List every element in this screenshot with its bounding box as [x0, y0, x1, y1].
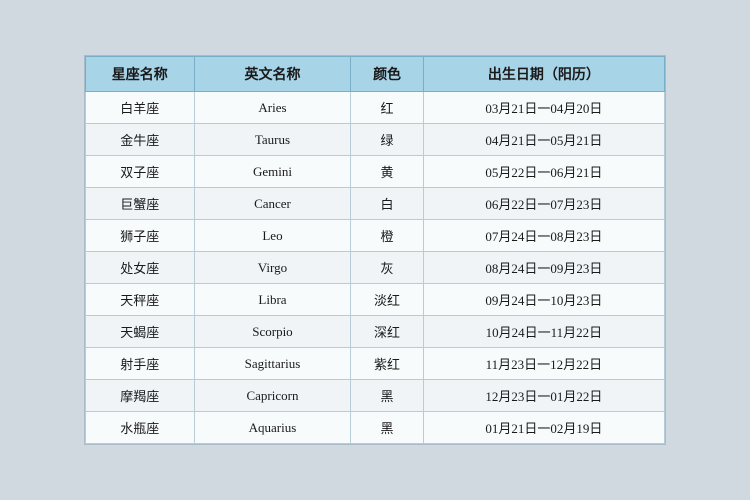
zodiac-table-container: 星座名称 英文名称 颜色 出生日期（阳历） 白羊座Aries红03月21日一04…: [84, 55, 666, 445]
cell-date: 08月24日一09月23日: [423, 252, 664, 284]
cell-zh: 双子座: [86, 156, 195, 188]
cell-date: 06月22日一07月23日: [423, 188, 664, 220]
cell-zh: 射手座: [86, 348, 195, 380]
cell-en: Gemini: [194, 156, 351, 188]
cell-date: 09月24日一10月23日: [423, 284, 664, 316]
zodiac-table: 星座名称 英文名称 颜色 出生日期（阳历） 白羊座Aries红03月21日一04…: [85, 56, 665, 444]
table-row: 射手座Sagittarius紫红11月23日一12月22日: [86, 348, 665, 380]
cell-zh: 天秤座: [86, 284, 195, 316]
cell-en: Virgo: [194, 252, 351, 284]
cell-color: 黄: [351, 156, 423, 188]
header-en: 英文名称: [194, 57, 351, 92]
cell-color: 橙: [351, 220, 423, 252]
table-row: 双子座Gemini黄05月22日一06月21日: [86, 156, 665, 188]
cell-date: 05月22日一06月21日: [423, 156, 664, 188]
table-header-row: 星座名称 英文名称 颜色 出生日期（阳历）: [86, 57, 665, 92]
cell-color: 白: [351, 188, 423, 220]
table-row: 摩羯座Capricorn黑12月23日一01月22日: [86, 380, 665, 412]
table-row: 水瓶座Aquarius黑01月21日一02月19日: [86, 412, 665, 444]
table-row: 白羊座Aries红03月21日一04月20日: [86, 92, 665, 124]
cell-en: Taurus: [194, 124, 351, 156]
cell-zh: 处女座: [86, 252, 195, 284]
table-row: 处女座Virgo灰08月24日一09月23日: [86, 252, 665, 284]
table-row: 天秤座Libra淡红09月24日一10月23日: [86, 284, 665, 316]
cell-color: 灰: [351, 252, 423, 284]
cell-en: Sagittarius: [194, 348, 351, 380]
header-zh: 星座名称: [86, 57, 195, 92]
cell-color: 紫红: [351, 348, 423, 380]
table-row: 天蝎座Scorpio深红10月24日一11月22日: [86, 316, 665, 348]
cell-zh: 白羊座: [86, 92, 195, 124]
cell-zh: 巨蟹座: [86, 188, 195, 220]
header-date: 出生日期（阳历）: [423, 57, 664, 92]
table-row: 狮子座Leo橙07月24日一08月23日: [86, 220, 665, 252]
cell-en: Leo: [194, 220, 351, 252]
table-body: 白羊座Aries红03月21日一04月20日金牛座Taurus绿04月21日一0…: [86, 92, 665, 444]
header-color: 颜色: [351, 57, 423, 92]
cell-zh: 水瓶座: [86, 412, 195, 444]
cell-date: 12月23日一01月22日: [423, 380, 664, 412]
table-row: 金牛座Taurus绿04月21日一05月21日: [86, 124, 665, 156]
cell-en: Scorpio: [194, 316, 351, 348]
cell-color: 黑: [351, 380, 423, 412]
cell-en: Aries: [194, 92, 351, 124]
cell-zh: 金牛座: [86, 124, 195, 156]
cell-zh: 天蝎座: [86, 316, 195, 348]
cell-en: Aquarius: [194, 412, 351, 444]
cell-en: Cancer: [194, 188, 351, 220]
cell-zh: 摩羯座: [86, 380, 195, 412]
cell-en: Libra: [194, 284, 351, 316]
cell-date: 03月21日一04月20日: [423, 92, 664, 124]
cell-color: 深红: [351, 316, 423, 348]
cell-en: Capricorn: [194, 380, 351, 412]
cell-date: 10月24日一11月22日: [423, 316, 664, 348]
cell-zh: 狮子座: [86, 220, 195, 252]
table-row: 巨蟹座Cancer白06月22日一07月23日: [86, 188, 665, 220]
cell-color: 黑: [351, 412, 423, 444]
cell-color: 绿: [351, 124, 423, 156]
cell-color: 淡红: [351, 284, 423, 316]
cell-date: 07月24日一08月23日: [423, 220, 664, 252]
cell-date: 11月23日一12月22日: [423, 348, 664, 380]
cell-color: 红: [351, 92, 423, 124]
cell-date: 01月21日一02月19日: [423, 412, 664, 444]
cell-date: 04月21日一05月21日: [423, 124, 664, 156]
